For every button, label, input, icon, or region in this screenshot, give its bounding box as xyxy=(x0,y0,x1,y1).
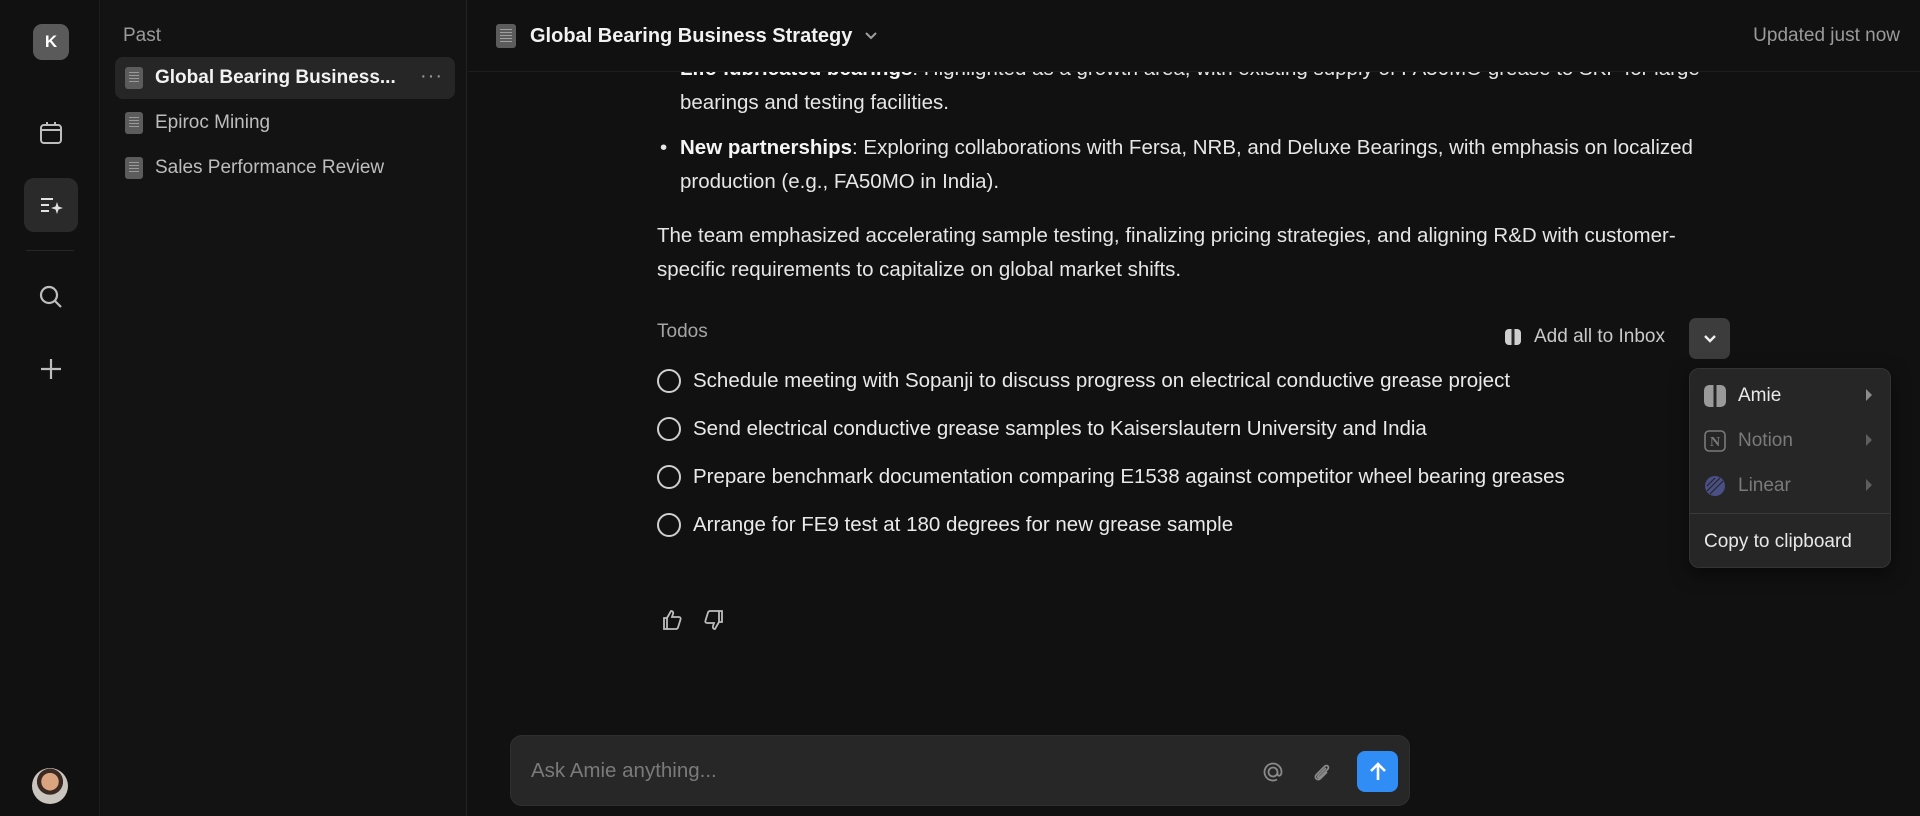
submenu-arrow-icon xyxy=(1866,389,1872,401)
document-icon xyxy=(125,157,143,179)
calendar-icon xyxy=(40,122,62,144)
sidebar-item-label: Sales Performance Review xyxy=(155,157,385,178)
submenu-arrow-icon xyxy=(1866,479,1872,491)
summary-paragraph: The team emphasized accelerating sample … xyxy=(657,224,1676,281)
plus-icon xyxy=(41,359,61,379)
notes-sparkle-icon xyxy=(41,198,63,214)
todo-text: Send electrical conductive grease sample… xyxy=(693,417,1427,440)
thumbs-up-icon[interactable] xyxy=(660,608,684,632)
document-icon xyxy=(125,67,143,89)
search-button[interactable] xyxy=(24,270,78,324)
workspace-button[interactable]: K xyxy=(33,24,69,60)
sidebar: Past Global Bearing Business... ··· Epir… xyxy=(101,0,467,816)
section-title-past: Past xyxy=(123,25,162,46)
menu-item-notion[interactable]: N Notion xyxy=(1690,421,1890,461)
calendar-button[interactable] xyxy=(24,106,78,160)
todo-checkbox[interactable] xyxy=(657,369,681,393)
rail-divider xyxy=(26,250,74,251)
arrow-up-icon xyxy=(1369,761,1386,780)
sidebar-item-label: Global Bearing Business... xyxy=(155,67,396,88)
todo-checkbox[interactable] xyxy=(657,465,681,489)
sidebar-item-global-bearing[interactable]: Global Bearing Business... ··· xyxy=(115,57,455,99)
notion-icon: N xyxy=(1704,430,1726,452)
submenu-arrow-icon xyxy=(1866,434,1872,446)
menu-item-label: Notion xyxy=(1738,430,1793,451)
todos-heading: Todos xyxy=(657,321,708,342)
updated-status: Updated just now xyxy=(1753,25,1900,46)
add-all-label: Add all to Inbox xyxy=(1534,326,1665,347)
mention-icon[interactable] xyxy=(1259,758,1287,786)
page-header: Global Bearing Business Strategy Updated… xyxy=(468,0,1920,72)
sidebar-item-sales-performance[interactable]: Sales Performance Review xyxy=(115,147,455,189)
menu-item-amie[interactable]: Amie xyxy=(1690,376,1890,416)
menu-item-label: Linear xyxy=(1738,475,1791,496)
chevron-down-icon xyxy=(1703,334,1716,343)
sidebar-item-epiroc-mining[interactable]: Epiroc Mining xyxy=(115,102,455,144)
send-button[interactable] xyxy=(1357,751,1398,792)
search-icon xyxy=(39,285,62,308)
menu-item-label: Amie xyxy=(1738,385,1782,406)
inbox-dropdown-toggle[interactable] xyxy=(1689,318,1730,359)
document-icon xyxy=(496,24,516,48)
linear-icon xyxy=(1705,476,1725,496)
todo-item: Arrange for FE9 test at 180 degrees for … xyxy=(657,513,1233,537)
bullet-list: Life-lubricated bearings: Highlighted as… xyxy=(660,52,1700,210)
menu-divider xyxy=(1690,513,1890,514)
user-avatar[interactable] xyxy=(32,768,68,804)
todo-item: Send electrical conductive grease sample… xyxy=(657,417,1427,441)
left-rail: K xyxy=(0,0,100,816)
list-item: New partnerships: Exploring collaboratio… xyxy=(660,131,1700,199)
todo-text: Arrange for FE9 test at 180 degrees for … xyxy=(693,513,1234,536)
document-icon xyxy=(125,112,143,134)
todo-checkbox[interactable] xyxy=(657,417,681,441)
amie-icon xyxy=(1505,329,1521,345)
chat-composer xyxy=(510,735,1410,806)
menu-item-linear[interactable]: Linear xyxy=(1690,466,1890,506)
thumbs-down-icon[interactable] xyxy=(702,608,726,632)
sidebar-item-label: Epiroc Mining xyxy=(155,112,271,133)
feedback-buttons xyxy=(660,608,726,632)
add-all-to-inbox-button[interactable]: Add all to Inbox xyxy=(1504,326,1665,348)
note-content: Life-lubricated bearings: Highlighted as… xyxy=(657,0,1700,816)
amie-icon xyxy=(1704,385,1726,407)
notes-button[interactable] xyxy=(24,178,78,232)
todo-item: Prepare benchmark documentation comparin… xyxy=(657,465,1565,489)
todo-text: Schedule meeting with Sopanji to discuss… xyxy=(693,369,1511,392)
chevron-down-icon xyxy=(864,28,878,44)
chat-input[interactable] xyxy=(531,754,1231,788)
paperclip-icon[interactable] xyxy=(1307,758,1335,786)
add-button[interactable] xyxy=(24,342,78,396)
export-menu: Amie N Notion Linear Copy to clipboard xyxy=(1689,368,1891,568)
menu-item-copy-to-clipboard[interactable]: Copy to clipboard xyxy=(1690,522,1890,562)
todo-checkbox[interactable] xyxy=(657,513,681,537)
todo-text: Prepare benchmark documentation comparin… xyxy=(693,465,1565,488)
menu-item-label: Copy to clipboard xyxy=(1704,531,1852,552)
more-options-icon[interactable]: ··· xyxy=(420,65,443,88)
page-title: Global Bearing Business Strategy xyxy=(530,24,853,47)
title-dropdown[interactable]: Global Bearing Business Strategy xyxy=(496,24,878,48)
svg-text:N: N xyxy=(1710,435,1720,450)
todo-item: Schedule meeting with Sopanji to discuss… xyxy=(657,369,1510,393)
